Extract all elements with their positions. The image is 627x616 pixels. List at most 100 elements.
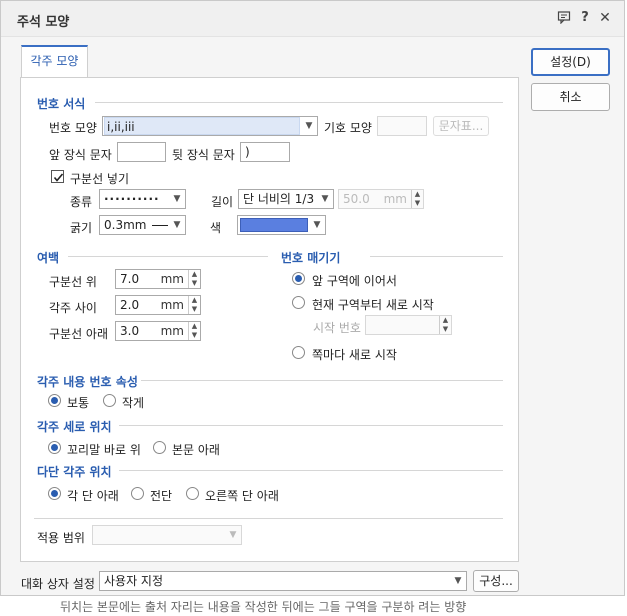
chevron-down-icon: ▼ bbox=[229, 530, 237, 540]
separator-label: 구분선 넣기 bbox=[70, 172, 130, 186]
radio-continue-label: 앞 구역에 이어서 bbox=[312, 274, 397, 288]
unit-label: mm bbox=[160, 272, 184, 286]
radio-small-label: 작게 bbox=[122, 396, 145, 410]
radio-each-column[interactable] bbox=[48, 487, 61, 500]
chevron-down-icon: ▼ bbox=[454, 576, 462, 586]
line-length-num: 50.0 bbox=[343, 192, 370, 206]
radio-right-column-label: 오른쪽 단 아래 bbox=[205, 489, 279, 503]
suffix-label: 뒷 장식 문자 bbox=[172, 148, 235, 162]
divider bbox=[95, 102, 503, 103]
radio-each-page-label: 쪽마다 새로 시작 bbox=[312, 348, 397, 362]
section-numbering: 번호 매기기 bbox=[281, 251, 341, 265]
number-shape-label: 번호 모양 bbox=[49, 121, 97, 135]
chevron-down-icon: ▼ bbox=[173, 194, 181, 204]
line-length-label: 길이 bbox=[211, 195, 234, 209]
comment-icon[interactable] bbox=[556, 10, 572, 26]
thickness-select[interactable]: 0.3mm ▼ bbox=[99, 215, 186, 235]
section-column-pos: 다단 각주 위치 bbox=[37, 465, 112, 479]
radio-normal-label: 보통 bbox=[67, 396, 90, 410]
scope-label: 적용 범위 bbox=[37, 531, 85, 545]
dialog-setting-label: 대화 상자 설정 bbox=[21, 577, 95, 591]
start-number-label: 시작 번호 bbox=[313, 321, 361, 335]
radio-below-tail-label: 꼬리말 바로 위 bbox=[67, 443, 141, 457]
radio-normal[interactable] bbox=[48, 394, 61, 407]
margin-value: 2.0 bbox=[120, 298, 140, 312]
chevron-down-icon: ▼ bbox=[173, 220, 181, 230]
prefix-label: 앞 장식 문자 bbox=[49, 148, 112, 162]
margin-between-notes-input[interactable]: 2.0 mm ▲ ▼ bbox=[115, 295, 201, 315]
section-content-attr: 각주 내용 번호 속성 bbox=[37, 375, 138, 389]
symbol-shape-field bbox=[377, 116, 427, 136]
start-number-input: ▲ ▼ bbox=[365, 315, 452, 335]
title-bar: 주석 모양 ? ✕ bbox=[1, 1, 624, 37]
suffix-input[interactable]: ) bbox=[240, 142, 290, 162]
margin-below-separator-input[interactable]: 3.0 mm ▲ ▼ bbox=[115, 321, 201, 341]
cancel-button[interactable]: 취소 bbox=[531, 83, 610, 111]
margin-value: 3.0 bbox=[120, 324, 140, 338]
margin-value: 7.0 bbox=[120, 272, 140, 286]
symbol-shape-label: 기호 모양 bbox=[324, 121, 372, 135]
line-length-select[interactable]: 단 너비의 1/3 ▼ bbox=[238, 189, 334, 209]
number-shape-value: i,ii,iii bbox=[104, 117, 300, 135]
margin-label: 각주 사이 bbox=[49, 301, 97, 315]
line-type-select[interactable]: ·········· ▼ bbox=[99, 189, 186, 209]
radio-below-body-label: 본문 아래 bbox=[172, 443, 220, 457]
scope-select: ▼ bbox=[92, 525, 242, 545]
divider bbox=[141, 380, 503, 381]
color-select[interactable]: ▼ bbox=[237, 215, 326, 235]
margin-label: 구분선 아래 bbox=[49, 327, 109, 341]
line-length-number: 50.0 mm ▲ ▼ bbox=[338, 189, 424, 209]
spin-buttons[interactable]: ▲ ▼ bbox=[188, 270, 200, 288]
radio-restart-section[interactable] bbox=[292, 296, 305, 309]
divider bbox=[370, 256, 503, 257]
color-swatch bbox=[240, 218, 308, 232]
footnote-shape-dialog: 주석 모양 ? ✕ 각주 모양 설정(D) 취소 번호 서식 번호 모양 i,i… bbox=[0, 0, 625, 596]
tab-footnote-shape[interactable]: 각주 모양 bbox=[21, 45, 88, 78]
dialog-setting-value: 사용자 지정 bbox=[104, 574, 164, 588]
color-label: 색 bbox=[210, 221, 222, 235]
help-icon[interactable]: ? bbox=[577, 10, 593, 26]
divider bbox=[34, 518, 503, 519]
radio-restart-label: 현재 구역부터 새로 시작 bbox=[312, 298, 434, 312]
spin-buttons: ▲ ▼ bbox=[411, 190, 423, 208]
separator-checkbox[interactable] bbox=[51, 170, 64, 183]
section-margins: 여백 bbox=[37, 251, 60, 265]
margin-label: 구분선 위 bbox=[49, 275, 97, 289]
radio-right-column[interactable] bbox=[186, 487, 199, 500]
radio-below-tail[interactable] bbox=[48, 441, 61, 454]
radio-full-span[interactable] bbox=[131, 487, 144, 500]
thickness-label: 굵기 bbox=[70, 221, 93, 235]
char-table-button: 문자표... bbox=[433, 116, 489, 136]
chevron-down-icon: ▼ bbox=[313, 220, 321, 230]
radio-full-span-label: 전단 bbox=[150, 489, 173, 503]
unit-label: mm bbox=[160, 298, 184, 312]
ok-button[interactable]: 설정(D) bbox=[531, 48, 610, 76]
radio-continue[interactable] bbox=[292, 272, 305, 285]
thickness-value: 0.3mm bbox=[104, 218, 147, 232]
spin-buttons[interactable]: ▲ ▼ bbox=[188, 322, 200, 340]
chevron-down-icon: ▼ bbox=[305, 121, 313, 131]
dialog-setting-select[interactable]: 사용자 지정 ▼ bbox=[99, 571, 467, 591]
unit-label: mm bbox=[383, 192, 407, 206]
spin-buttons[interactable]: ▲ ▼ bbox=[188, 296, 200, 314]
line-length-value: 단 너비의 1/3 bbox=[243, 192, 315, 206]
margin-above-separator-input[interactable]: 7.0 mm ▲ ▼ bbox=[115, 269, 201, 289]
radio-each-column-label: 각 단 아래 bbox=[67, 489, 119, 503]
section-number-format: 번호 서식 bbox=[37, 97, 86, 111]
dialog-title: 주석 모양 bbox=[17, 15, 70, 30]
config-button[interactable]: 구성... bbox=[473, 570, 519, 592]
background-document-text: 뒤치는 본문에는 출처 자리는 내용을 작성한 뒤에는 그들 구역을 구분하 려… bbox=[60, 600, 467, 614]
chevron-down-icon: ▼ bbox=[321, 194, 329, 204]
number-shape-select[interactable]: i,ii,iii ▼ bbox=[102, 116, 318, 136]
close-icon[interactable]: ✕ bbox=[597, 10, 613, 26]
radio-each-page[interactable] bbox=[292, 346, 305, 359]
divider bbox=[119, 425, 503, 426]
prefix-input[interactable] bbox=[117, 142, 166, 162]
radio-small[interactable] bbox=[103, 394, 116, 407]
divider bbox=[68, 256, 268, 257]
divider bbox=[119, 470, 503, 471]
line-type-label: 종류 bbox=[70, 195, 93, 209]
spin-buttons: ▲ ▼ bbox=[439, 316, 451, 334]
radio-below-body[interactable] bbox=[153, 441, 166, 454]
line-sample bbox=[152, 225, 168, 226]
